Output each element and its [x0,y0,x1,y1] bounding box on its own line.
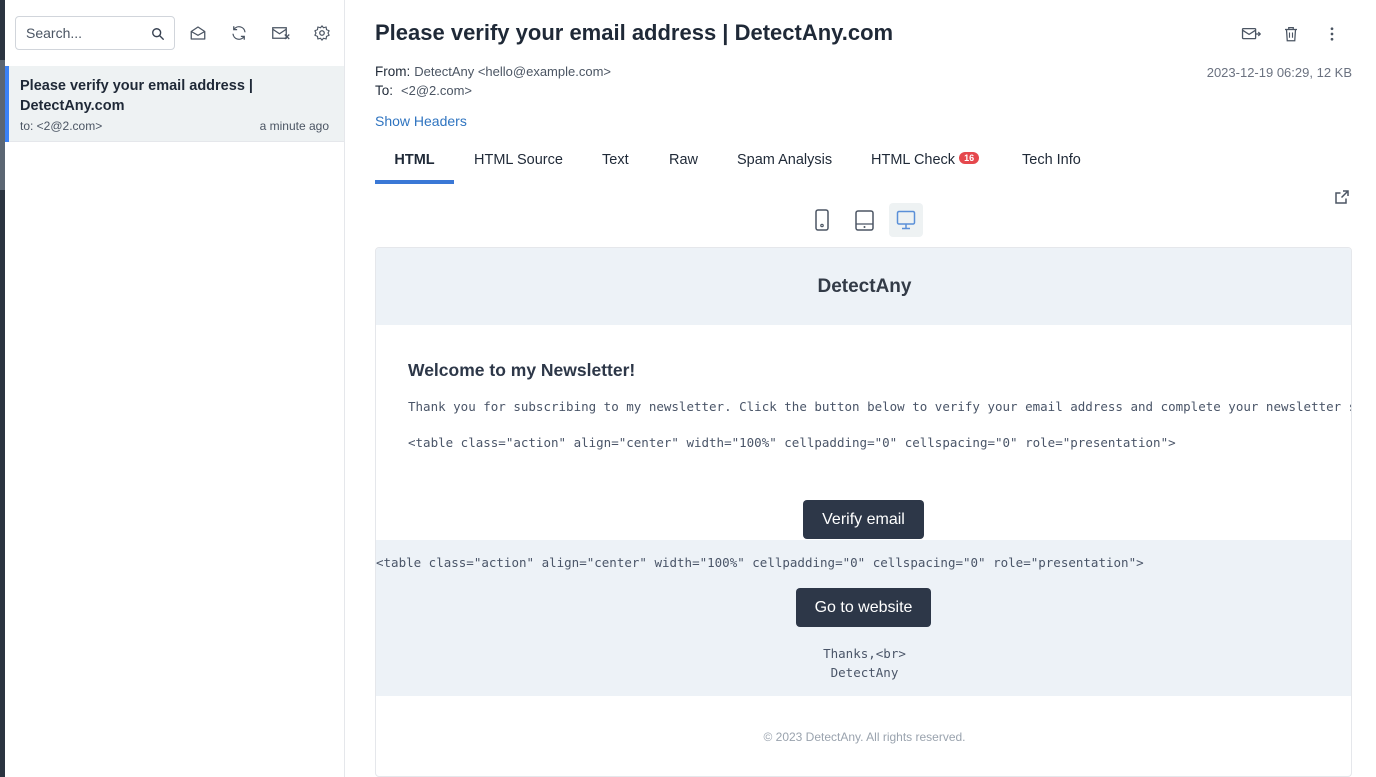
message-list-item[interactable]: Please verify your email address | Detec… [5,66,344,142]
desktop-view-button[interactable] [889,203,923,237]
tab-html-check[interactable]: HTML Check 16 [871,140,980,184]
tab-tech-info[interactable]: Tech Info [1022,140,1081,184]
more-options-button[interactable] [1321,23,1343,45]
tab-raw[interactable]: Raw [669,140,698,184]
tab-html-source[interactable]: HTML Source [474,140,563,184]
email-brand: DetectAny [817,276,912,297]
to-row: To: <2@2.com> [375,83,472,98]
email-preview-frame: DetectAny Welcome to my Newsletter! Than… [375,247,1352,777]
tablet-view-button[interactable] [847,203,881,237]
tab-spam-analysis[interactable]: Spam Analysis [737,140,832,184]
message-subject: Please verify your email address | Detec… [20,78,253,114]
forward-mail-icon [1241,27,1261,40]
tab-label: Spam Analysis [737,152,833,168]
desktop-icon [896,210,916,230]
phone-icon [815,209,829,231]
trash-icon [1285,26,1297,42]
tab-text[interactable]: Text [602,140,629,184]
email-signoff-line: Thanks,<br> [823,646,906,661]
html-check-badge: 16 [959,152,980,164]
from-label: From: [375,64,411,79]
tab-label: Raw [669,152,699,168]
tab-label: HTML Source [474,152,563,168]
external-link-icon[interactable] [1334,189,1350,205]
to-label: To: [375,83,394,98]
email-heading: Welcome to my Newsletter! [408,360,636,380]
go-to-website-button[interactable]: Go to website [796,588,931,627]
tab-label: HTML Check [871,152,956,168]
delete-all-button[interactable] [271,23,291,43]
settings-button[interactable] [312,23,332,43]
search-box [15,16,175,50]
message-recipient: to: <2@2.com> [20,119,103,133]
mail-off-icon [272,27,290,40]
mail-open-icon [190,26,206,40]
sidebar-toolbar [15,16,330,50]
release-message-button[interactable] [1240,23,1262,45]
message-title: Please verify your email address | Detec… [375,20,894,45]
email-raw-table-text: <table class="action" align="center" wid… [408,435,1176,450]
email-footer: © 2023 DetectAny. All rights reserved. [763,730,966,744]
to-value: <2@2.com> [401,83,473,98]
email-raw-table-text-2: <table class="action" align="center" wid… [376,555,1144,570]
tab-label: HTML [394,152,435,168]
delete-message-button[interactable] [1280,23,1302,45]
tab-label: Tech Info [1022,152,1081,168]
message-date-size: 2023-12-19 06:29, 12 KB [1206,65,1352,80]
tab-label: Text [602,152,629,168]
email-paragraph: Thank you for subscribing to my newslett… [408,399,1352,414]
search-icon[interactable] [151,27,165,41]
gear-icon [314,25,330,41]
refresh-icon [232,26,246,40]
email-signoff: Thanks,<br> DetectAny [376,644,1351,682]
show-headers-link[interactable]: Show Headers [375,113,467,129]
message-list-sidebar: Please verify your email address | Detec… [5,0,345,777]
message-view: Please verify your email address | Detec… [345,0,1376,777]
tab-html[interactable]: HTML [375,140,454,184]
from-value: DetectAny <hello@example.com> [414,64,611,79]
mark-all-read-button[interactable] [188,23,208,43]
more-vertical-icon [1330,27,1334,41]
selected-indicator [5,66,9,142]
email-signoff-name: DetectAny [830,665,899,680]
tablet-icon [854,209,874,231]
refresh-button[interactable] [229,23,249,43]
phone-view-button[interactable] [805,203,839,237]
verify-email-button[interactable]: Verify email [803,500,924,539]
message-time: a minute ago [259,119,329,133]
from-row: From: DetectAny <hello@example.com> [375,64,611,79]
